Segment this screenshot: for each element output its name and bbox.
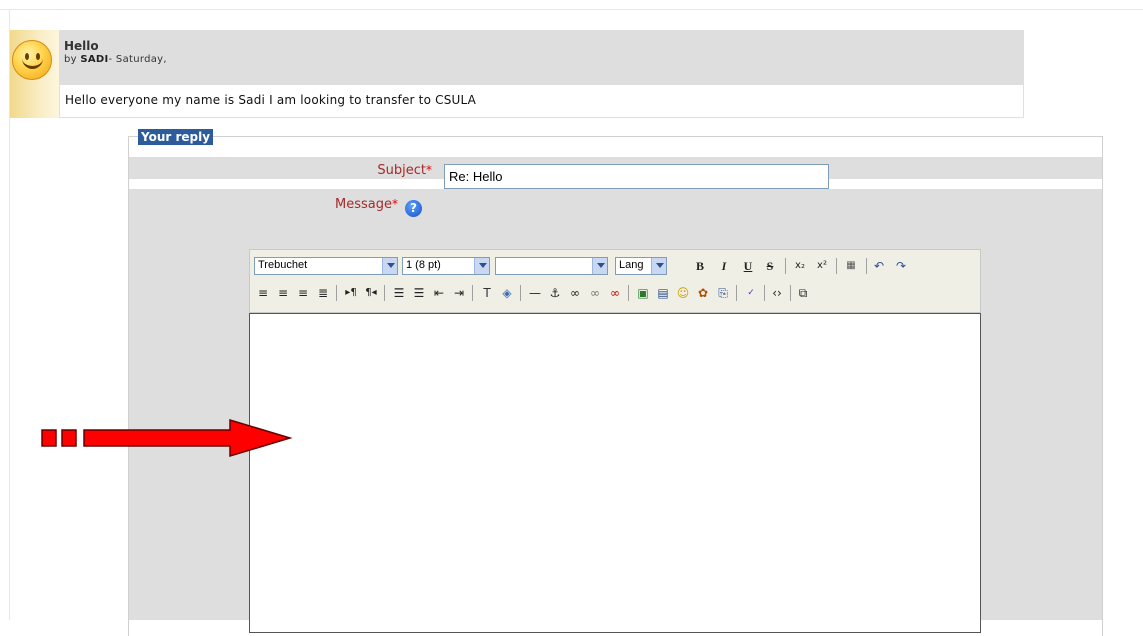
indent-icon[interactable]: ⇥ [450, 284, 468, 302]
html-source-icon[interactable]: ‹› [768, 284, 786, 302]
search-replace-icon[interactable]: ⎘ [714, 284, 732, 302]
format-select[interactable] [495, 257, 608, 275]
nolink-icon[interactable]: ∞ [606, 284, 624, 302]
post-body: Hello everyone my name is Sadi I am look… [59, 85, 1024, 118]
insert-image-icon[interactable]: ▣ [634, 284, 652, 302]
strikethrough-button[interactable]: S [761, 257, 779, 275]
toolbar-separator [785, 258, 786, 274]
subject-input[interactable] [444, 164, 829, 189]
toolbar-separator [384, 285, 385, 301]
subject-label: Subject* [377, 163, 432, 178]
post-byline: by SADI- Saturday, [64, 54, 167, 65]
language-select[interactable]: Lang [615, 257, 667, 275]
italic-button[interactable]: I [715, 257, 733, 275]
message-label: Message* [335, 197, 398, 212]
post-subject: Hello [64, 39, 99, 53]
spellcheck-icon[interactable]: ✓ [742, 284, 760, 302]
required-mark: * [426, 163, 432, 177]
background-color-icon[interactable]: ◈ [498, 284, 516, 302]
superscript-icon[interactable]: x² [813, 257, 831, 275]
author-name[interactable]: SADI [80, 54, 108, 65]
text-color-icon[interactable]: T [478, 284, 496, 302]
message-editor-area[interactable] [249, 313, 981, 633]
link-icon[interactable]: ∞ [566, 284, 584, 302]
clean-word-icon[interactable]: ▦ [842, 257, 860, 275]
required-mark: * [392, 197, 398, 211]
special-char-icon[interactable]: ✿ [694, 284, 712, 302]
post-date: - Saturday, [108, 54, 167, 65]
post-message: Hello everyone my name is Sadi I am look… [65, 93, 477, 107]
align-right-icon[interactable]: ≡ [294, 284, 312, 302]
html-editor: Trebuchet 1 (8 pt) Lang B I U S x₂ x² ▦ … [249, 249, 981, 633]
ordered-list-icon[interactable]: ☰ [390, 284, 408, 302]
toolbar-separator [336, 285, 337, 301]
insert-table-icon[interactable]: ▤ [654, 284, 672, 302]
font-size-select[interactable]: 1 (8 pt) [402, 257, 490, 275]
subscript-icon[interactable]: x₂ [791, 257, 809, 275]
unlink-icon[interactable]: ∞ [586, 284, 604, 302]
toolbar-separator [764, 285, 765, 301]
justify-icon[interactable]: ≣ [314, 284, 332, 302]
toolbar-separator [472, 285, 473, 301]
toolbar-separator [790, 285, 791, 301]
align-left-icon[interactable]: ≡ [254, 284, 272, 302]
fullscreen-icon[interactable]: ⧉ [794, 284, 812, 302]
toolbar-separator [520, 285, 521, 301]
anchor-icon[interactable]: ⚓ [546, 284, 564, 302]
align-center-icon[interactable]: ≡ [274, 284, 292, 302]
underline-button[interactable]: U [739, 257, 757, 275]
reply-legend: Your reply [138, 129, 214, 145]
insert-smiley-icon[interactable]: ☺ [674, 284, 692, 302]
red-arrow-icon [41, 418, 293, 458]
smiley-avatar-icon [12, 40, 52, 80]
undo-icon[interactable]: ↶ [870, 257, 888, 275]
font-family-select[interactable]: Trebuchet [254, 257, 398, 275]
ltr-icon[interactable]: ▸¶ [342, 284, 360, 302]
toolbar-separator [736, 285, 737, 301]
post-avatar-column [10, 30, 59, 118]
post-header: Hello by SADI- Saturday, [59, 30, 1024, 85]
toolbar-separator [836, 258, 837, 274]
red-arrow-annotation [40, 418, 300, 466]
bold-button[interactable]: B [691, 257, 709, 275]
toolbar-separator [866, 258, 867, 274]
unordered-list-icon[interactable]: ☰ [410, 284, 428, 302]
redo-icon[interactable]: ↷ [892, 257, 910, 275]
help-icon[interactable]: ? [405, 200, 422, 217]
horizontal-rule-icon[interactable]: — [526, 284, 544, 302]
forum-post: Hello by SADI- Saturday, Hello everyone … [10, 30, 1024, 118]
byline-prefix: by [64, 54, 81, 65]
rtl-icon[interactable]: ¶◂ [362, 284, 380, 302]
top-divider [0, 9, 1143, 10]
outdent-icon[interactable]: ⇤ [430, 284, 448, 302]
toolbar-separator [628, 285, 629, 301]
editor-toolbar: Trebuchet 1 (8 pt) Lang B I U S x₂ x² ▦ … [249, 249, 981, 313]
